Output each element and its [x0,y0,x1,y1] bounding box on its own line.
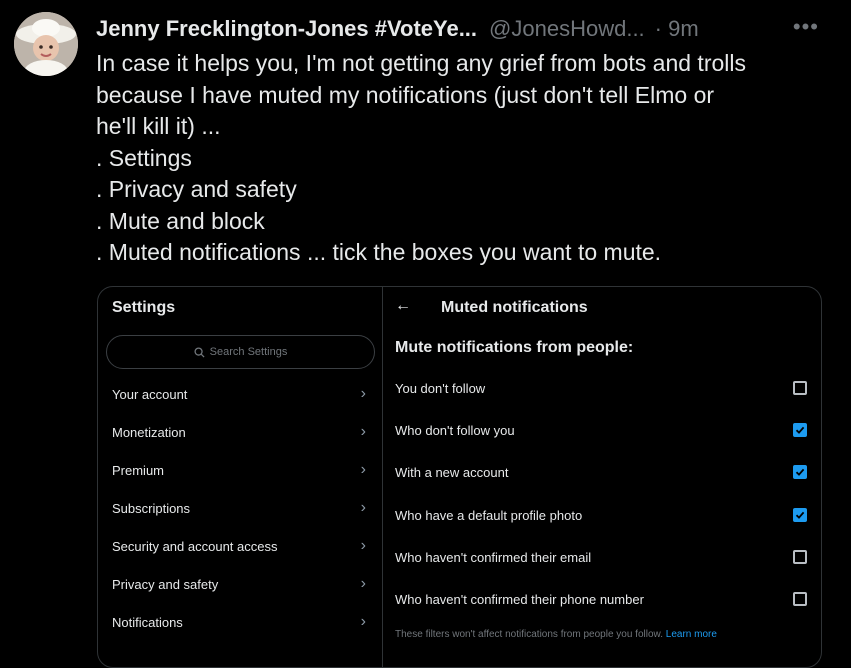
chevron-right-icon: › [360,537,366,554]
tweet-time[interactable]: · 9m [655,16,699,42]
mute-option[interactable]: You don't follow [383,373,821,403]
checkbox-icon[interactable] [793,592,807,606]
tweet-line: because I have muted my notifications (j… [96,81,715,108]
settings-item-label: Premium [112,462,165,478]
settings-item-your-account[interactable]: Your account › [98,375,382,413]
option-label: Who haven't confirmed their phone number [395,591,644,607]
option-label: You don't follow [395,380,486,396]
mute-option[interactable]: With a new account [383,457,821,487]
checkbox-icon[interactable] [793,550,807,564]
settings-item-label: Monetization [112,424,186,440]
checkbox-icon[interactable] [793,508,807,522]
attached-image[interactable]: Settings Search Settings Your account › … [97,286,822,668]
footer-text: These filters won't affect notifications… [395,629,663,640]
settings-item-label: Your account [112,386,188,402]
settings-item-privacy[interactable]: Privacy and safety › [98,565,382,603]
search-icon [194,346,205,358]
tweet-line: . Privacy and safety [96,176,297,202]
section-title: Mute notifications from people: [395,339,634,356]
chevron-right-icon: › [360,461,366,478]
mute-option[interactable]: Who have a default profile photo [383,500,821,530]
settings-item-monetization[interactable]: Monetization › [98,413,382,451]
mute-option[interactable]: Who don't follow you [383,415,821,445]
avatar[interactable] [14,12,78,76]
author-name[interactable]: Jenny Frecklington-Jones #VoteYe... [96,16,477,42]
search-placeholder: Search Settings [209,346,288,358]
option-label: Who haven't confirmed their email [395,549,592,565]
settings-item-label: Privacy and safety [112,576,219,592]
tweet-line: . Mute and block [96,207,265,234]
option-label: Who have a default profile photo [395,507,583,523]
muted-notifications-pane: ← Muted notifications Mute notifications… [383,287,821,667]
option-label: Who don't follow you [395,422,515,438]
more-icon[interactable]: ••• [793,14,819,40]
tweet-line: . Muted notifications ... tick the boxes… [96,239,662,265]
settings-item-subscriptions[interactable]: Subscriptions › [98,489,382,527]
settings-item-notifications[interactable]: Notifications › [98,603,382,641]
checkbox-icon[interactable] [793,423,807,437]
settings-item-label: Security and account access [112,538,278,554]
footer-note: These filters won't affect notifications… [395,629,717,640]
settings-item-label: Notifications [112,614,183,630]
mute-option[interactable]: Who haven't confirmed their phone number [383,584,821,614]
search-input[interactable]: Search Settings [106,335,375,369]
checkbox-icon[interactable] [793,465,807,479]
checkbox-icon[interactable] [793,381,807,395]
settings-pane: Settings Search Settings Your account › … [98,287,383,667]
learn-more-link[interactable]: Learn more [666,629,717,640]
settings-item-label: Subscriptions [112,500,191,516]
author-handle[interactable]: @JonesHowd... [489,16,645,42]
chevron-right-icon: › [360,613,366,630]
back-arrow-icon[interactable]: ← [395,297,411,315]
chevron-right-icon: › [360,423,366,440]
tweet-text: In case it helps you, I'm not getting an… [96,48,836,269]
option-label: With a new account [395,464,509,480]
tweet-line: . Settings [96,144,192,171]
tweet-line: In case it helps you, I'm not getting an… [96,50,746,76]
chevron-right-icon: › [360,385,366,402]
chevron-right-icon: › [360,499,366,516]
chevron-right-icon: › [360,575,366,592]
pane-title: Muted notifications [441,299,588,316]
tweet-line: he'll kill it) ... [96,113,221,139]
settings-title: Settings [112,299,176,316]
tweet-header: Jenny Frecklington-Jones #VoteYe... @Jon… [96,14,831,44]
mute-option[interactable]: Who haven't confirmed their email [383,542,821,572]
settings-item-premium[interactable]: Premium › [98,451,382,489]
settings-item-security[interactable]: Security and account access › [98,527,382,565]
